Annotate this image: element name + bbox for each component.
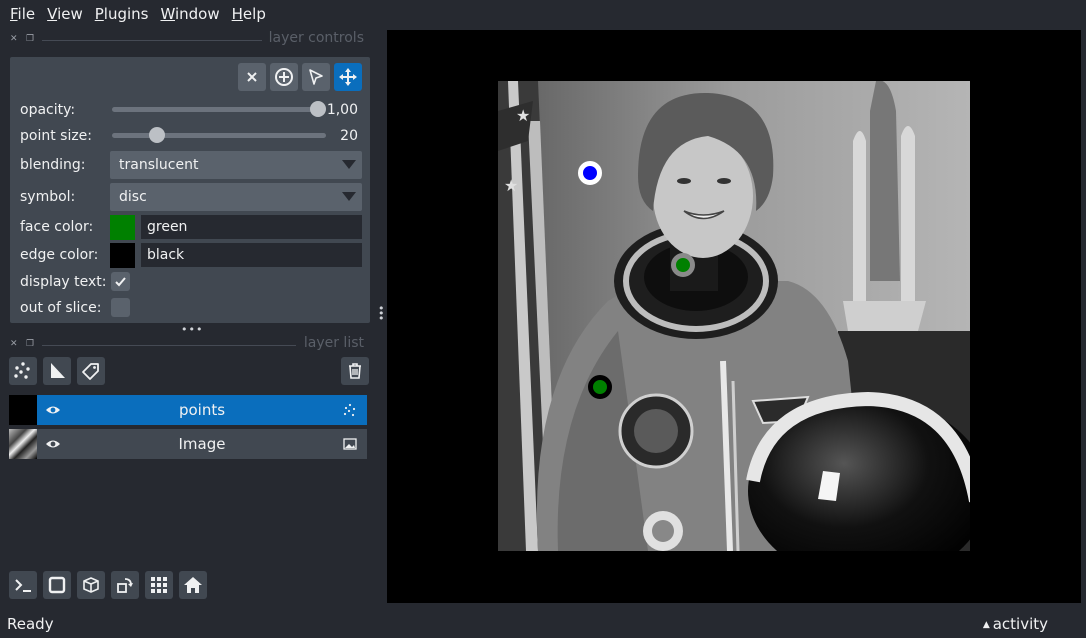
point-size-label: point size: (20, 128, 93, 144)
layer-list-title: layer list (303, 335, 364, 351)
cursor-arrow-icon (309, 69, 323, 85)
points-icon (14, 362, 30, 379)
point-marker[interactable] (578, 160, 603, 185)
dock-float-icon[interactable]: ✕ (10, 339, 20, 349)
face-color-swatch[interactable] (110, 215, 135, 240)
home-icon (184, 577, 202, 593)
label-tag-icon (82, 363, 99, 380)
caret-up-icon: ▲ (982, 620, 993, 630)
out-of-slice-checkbox[interactable] (111, 298, 130, 317)
dock-undock-icon[interactable]: ❐ (26, 339, 36, 349)
reset-view-button[interactable] (179, 571, 207, 599)
blending-label: blending: (20, 157, 86, 173)
layer-name[interactable]: points (179, 401, 225, 419)
layer-name[interactable]: Image (179, 435, 226, 453)
blending-value: translucent (119, 157, 199, 173)
new-labels-layer-button[interactable] (77, 357, 105, 385)
out-of-slice-label: out of slice: (20, 300, 102, 316)
rotate-square-icon (117, 578, 133, 593)
terminal-icon (15, 579, 31, 592)
panel-splitter-handle[interactable]: ••• (181, 324, 203, 335)
new-shapes-layer-button[interactable] (43, 357, 71, 385)
astronaut-image-drawing: ★ ★ (498, 81, 970, 551)
add-circle-icon (275, 68, 293, 86)
square-icon (48, 576, 66, 594)
eye-visibility-icon[interactable] (45, 402, 61, 418)
layer-controls-dock-title: ✕ ❐ layer controls (0, 30, 364, 50)
toggle-ndisplay-button[interactable] (43, 571, 71, 599)
point-size-value: 20 (340, 128, 358, 144)
edge-color-label: edge color: (20, 247, 99, 263)
chevron-down-icon (342, 192, 356, 201)
dock-splitter-handle[interactable]: • • • (378, 303, 385, 324)
menu-help[interactable]: Help (226, 5, 272, 23)
delete-layer-button[interactable] (341, 357, 369, 385)
display-text-checkbox[interactable] (111, 272, 130, 291)
svg-text:★: ★ (504, 176, 518, 195)
menu-window[interactable]: Window (154, 5, 225, 23)
layer-controls-title: layer controls (268, 30, 364, 46)
grid-view-button[interactable] (145, 571, 173, 599)
svg-text:★: ★ (516, 106, 530, 125)
layer-row-image[interactable]: Image (9, 429, 367, 459)
grid-icon (151, 577, 167, 593)
pan-zoom-button[interactable] (334, 63, 362, 91)
layer-thumbnail (9, 395, 37, 425)
astronaut-image: ★ ★ (498, 81, 970, 551)
image-icon (343, 438, 357, 450)
point-size-slider[interactable] (112, 133, 326, 138)
menu-bar: File View Plugins Window Help (0, 0, 1086, 28)
status-bar: Ready ▲ activity (0, 610, 1086, 638)
menu-file[interactable]: File (4, 5, 41, 23)
face-color-input[interactable]: green (141, 215, 362, 239)
viewer-canvas[interactable]: ★ ★ (387, 30, 1081, 603)
menu-view[interactable]: View (41, 5, 89, 23)
chevron-down-icon (342, 160, 356, 169)
layer-thumbnail (9, 429, 37, 459)
opacity-label: opacity: (20, 102, 76, 118)
edge-color-input[interactable]: black (141, 243, 362, 267)
add-points-button[interactable] (270, 63, 298, 91)
transpose-dimensions-button[interactable] (111, 571, 139, 599)
dock-title-line (42, 345, 296, 346)
trash-icon (349, 363, 361, 379)
edge-color-swatch[interactable] (110, 243, 135, 268)
layer-controls-panel: opacity: 1,00 point size: 20 blending: t… (10, 57, 370, 323)
opacity-value: 1,00 (326, 102, 358, 118)
layer-list-dock-title: ✕ ❐ layer list (0, 335, 364, 355)
console-button[interactable] (9, 571, 37, 599)
dock-title-line (42, 40, 262, 41)
display-text-label: display text: (20, 274, 107, 290)
checkmark-icon (115, 277, 126, 287)
dock-float-icon[interactable]: ✕ (10, 34, 20, 44)
points-icon (343, 403, 356, 417)
delete-points-button[interactable] (238, 63, 266, 91)
point-marker[interactable] (670, 252, 695, 277)
status-text: Ready (7, 615, 54, 633)
close-icon (247, 72, 257, 82)
move-arrows-icon (339, 68, 357, 86)
symbol-combo[interactable]: disc (110, 183, 362, 211)
opacity-slider[interactable] (112, 107, 318, 112)
symbol-label: symbol: (20, 189, 76, 205)
layer-row-body[interactable]: points (37, 395, 367, 425)
layer-row-body[interactable]: Image (37, 429, 367, 459)
eye-visibility-icon[interactable] (45, 436, 61, 452)
select-points-button[interactable] (302, 63, 330, 91)
cube-icon (83, 577, 99, 593)
symbol-value: disc (119, 189, 147, 205)
shapes-icon (51, 363, 65, 378)
new-points-layer-button[interactable] (9, 357, 37, 385)
activity-button[interactable]: ▲ activity (983, 615, 1048, 633)
face-color-label: face color: (20, 219, 94, 235)
layer-row-points[interactable]: points (9, 395, 367, 425)
roll-dimensions-button[interactable] (77, 571, 105, 599)
blending-combo[interactable]: translucent (110, 151, 362, 179)
menu-plugins[interactable]: Plugins (89, 5, 155, 23)
dock-undock-icon[interactable]: ❐ (26, 34, 36, 44)
point-size-slider-handle[interactable] (148, 127, 165, 143)
